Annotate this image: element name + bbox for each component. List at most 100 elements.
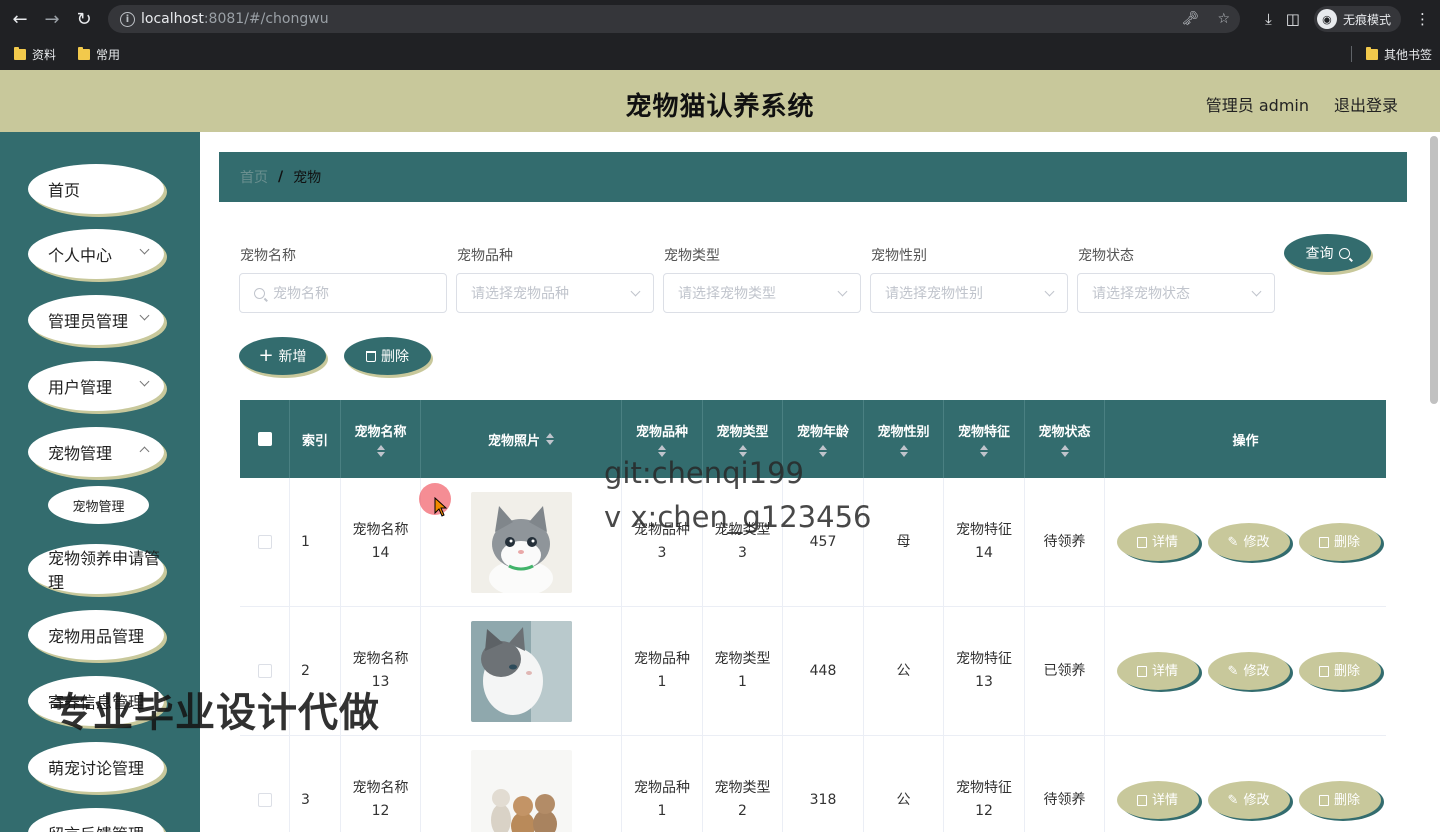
mouse-cursor-icon xyxy=(434,497,448,517)
column-header-actions: 操作 xyxy=(1105,400,1386,478)
sidebar-item-profile[interactable]: 个人中心 xyxy=(28,229,164,279)
main-content: 首页 / 宠物 宠物名称 宠物名称 宠物品种 请选择宠物品种 宠物类型 请选择宠… xyxy=(200,132,1428,832)
sidebar-item-home[interactable]: 首页 xyxy=(28,164,164,214)
column-header-index: 索引 xyxy=(290,400,341,478)
sidebar-item-label: 管理员管理 xyxy=(48,312,129,331)
row-checkbox[interactable] xyxy=(240,478,290,606)
sort-icon[interactable] xyxy=(980,445,988,457)
folder-icon xyxy=(14,46,26,60)
bookmark-folder[interactable]: 资料 xyxy=(14,46,56,63)
sort-icon[interactable] xyxy=(899,445,908,457)
sort-icon[interactable] xyxy=(546,433,554,445)
sidebar-subitem-pets[interactable]: 宠物管理 xyxy=(48,486,149,524)
forward-icon[interactable]: → xyxy=(36,0,68,38)
search-button[interactable]: 查询 xyxy=(1284,234,1371,272)
logout-link[interactable]: 退出登录 xyxy=(1334,92,1398,116)
edit-button[interactable]: ✎ 修改 xyxy=(1207,781,1290,819)
detail-button[interactable]: 详情 xyxy=(1116,652,1199,690)
cell-breed: 宠物品种1 xyxy=(622,607,703,735)
column-header-photo[interactable]: 宠物照片 xyxy=(421,400,622,478)
select-all-checkbox[interactable] xyxy=(240,400,290,478)
info-icon[interactable]: i xyxy=(120,11,135,27)
download-icon[interactable]: ⤓ xyxy=(1265,10,1272,28)
sidebar-item-supplies[interactable]: 宠物用品管理 xyxy=(28,610,164,660)
page-scrollbar[interactable] xyxy=(1430,136,1438,404)
sidebar-item-admin[interactable]: 管理员管理 xyxy=(28,295,164,345)
column-header-name[interactable]: 宠物名称 xyxy=(341,400,421,478)
add-button[interactable]: + 新增 xyxy=(239,337,326,375)
edit-button[interactable]: ✎ 修改 xyxy=(1207,652,1290,690)
edit-button[interactable]: ✎ 修改 xyxy=(1207,523,1290,561)
cell-type: 宠物类型2 xyxy=(703,736,783,832)
column-header-status[interactable]: 宠物状态 xyxy=(1025,400,1105,478)
edit-icon: ✎ xyxy=(1227,792,1239,808)
column-label: 宠物类型 xyxy=(716,425,769,440)
delete-button[interactable]: 删除 xyxy=(1298,652,1381,690)
column-header-gender[interactable]: 宠物性别 xyxy=(864,400,944,478)
chevron-down-icon xyxy=(837,286,848,297)
edit-label: 修改 xyxy=(1243,663,1270,679)
sort-icon[interactable] xyxy=(376,445,385,457)
column-label: 索引 xyxy=(301,433,328,449)
bulk-delete-button[interactable]: 删除 xyxy=(344,337,431,375)
bookmark-divider xyxy=(1351,46,1352,62)
sidebar-item-pets[interactable]: 宠物管理 xyxy=(28,427,164,477)
key-icon[interactable]: 🗝 xyxy=(1182,11,1200,27)
column-label: 宠物性别 xyxy=(877,425,930,440)
sort-icon[interactable] xyxy=(819,445,827,457)
sidebar-item-label: 留言反馈管理 xyxy=(48,821,144,832)
reload-icon[interactable]: ↻ xyxy=(68,0,100,38)
sidebar-item-users[interactable]: 用户管理 xyxy=(28,361,164,411)
sort-icon[interactable] xyxy=(1060,445,1069,457)
pet-feature: 宠物特征12 xyxy=(956,780,1012,819)
gender-select[interactable]: 请选择宠物性别 xyxy=(870,273,1068,313)
cell-age: 457 xyxy=(783,478,864,606)
back-icon[interactable]: ← xyxy=(4,0,36,38)
breed-select[interactable]: 请选择宠物品种 xyxy=(456,273,654,313)
column-label: 宠物状态 xyxy=(1038,425,1091,440)
bookmarks-bar: 资料 常用 其他书签 xyxy=(0,38,1440,70)
delete-button[interactable]: 删除 xyxy=(1298,781,1381,819)
sidebar-item-adoption[interactable]: 宠物领养申请管理 xyxy=(28,544,164,594)
sidebar-item-label: 宠物管理 xyxy=(48,444,113,463)
sidebar-item-label: 宠物管理 xyxy=(72,499,125,515)
bookmark-folder[interactable]: 常用 xyxy=(78,46,120,63)
type-select[interactable]: 请选择宠物类型 xyxy=(663,273,861,313)
column-label: 宠物年龄 xyxy=(796,425,849,440)
cell-status: 待领养 xyxy=(1025,736,1105,832)
checkbox-icon xyxy=(257,535,272,549)
delete-label: 删除 xyxy=(1333,792,1360,808)
incognito-label: 无痕模式 xyxy=(1342,12,1391,27)
detail-button[interactable]: 详情 xyxy=(1116,523,1199,561)
pet-name-input[interactable]: 宠物名称 xyxy=(239,273,447,313)
sidebar-item-discussion[interactable]: 萌宠讨论管理 xyxy=(28,742,164,792)
other-bookmarks[interactable]: 其他书签 xyxy=(1365,38,1432,70)
select-placeholder: 请选择宠物类型 xyxy=(678,286,776,302)
chevron-down-icon xyxy=(139,244,150,255)
checkbox-icon xyxy=(257,432,272,446)
cell-name: 宠物名称14 xyxy=(341,478,421,606)
breadcrumb-home[interactable]: 首页 xyxy=(240,167,268,187)
star-icon[interactable]: ☆ xyxy=(1217,11,1230,27)
pet-feature: 宠物特征14 xyxy=(956,522,1012,561)
column-label: 宠物品种 xyxy=(635,425,688,440)
trash-icon xyxy=(1318,794,1329,806)
search-icon xyxy=(254,287,265,299)
status-select[interactable]: 请选择宠物状态 xyxy=(1077,273,1275,313)
sidepanel-icon[interactable]: ◫ xyxy=(1286,10,1300,28)
cell-index: 3 xyxy=(290,736,341,832)
row-checkbox[interactable] xyxy=(240,736,290,832)
address-bar[interactable]: i localhost:8081/#/chongwu 🗝 ☆ xyxy=(108,5,1240,33)
trash-icon xyxy=(1318,665,1329,677)
column-header-feature[interactable]: 宠物特征 xyxy=(944,400,1025,478)
filter-label-gender: 宠物性别 xyxy=(871,248,927,264)
sidebar-item-feedback[interactable]: 留言反馈管理 xyxy=(28,808,164,832)
incognito-badge[interactable]: ◉ 无痕模式 xyxy=(1313,6,1401,32)
search-icon xyxy=(1338,247,1350,259)
input-placeholder: 宠物名称 xyxy=(273,286,329,302)
cell-status: 待领养 xyxy=(1025,478,1105,606)
url-host: localhost xyxy=(141,11,204,27)
detail-button[interactable]: 详情 xyxy=(1116,781,1199,819)
delete-button[interactable]: 删除 xyxy=(1298,523,1381,561)
more-menu-icon[interactable]: ⋮ xyxy=(1415,10,1430,28)
